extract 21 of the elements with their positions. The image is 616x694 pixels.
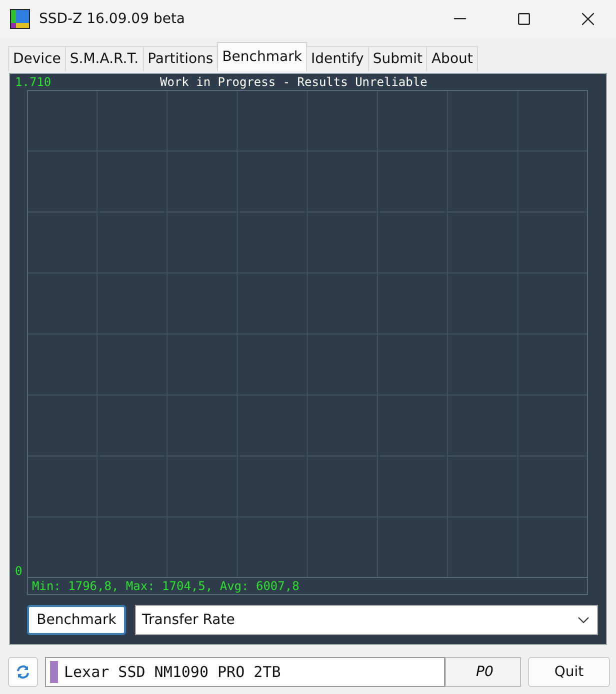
partition-dropdown[interactable]: P0 <box>445 657 521 687</box>
refresh-button[interactable] <box>8 657 38 687</box>
drive-field[interactable]: Lexar SSD NM1090 PRO 2TB <box>45 657 445 687</box>
chevron-down-icon <box>578 617 589 623</box>
window-title: SSD-Z 16.09.09 beta <box>39 11 186 27</box>
axis-label: 0 <box>15 564 22 578</box>
app-logo-icon <box>10 9 30 29</box>
tab[interactable]: Benchmark <box>217 42 307 71</box>
graph-title: Work in Progress - Results Unreliable <box>160 75 428 89</box>
maximize-icon[interactable] <box>518 13 530 25</box>
quit-button[interactable]: Quit <box>528 657 610 687</box>
close-icon[interactable] <box>582 13 594 25</box>
tab[interactable]: Identify <box>306 46 369 71</box>
minimize-icon[interactable] <box>454 18 466 20</box>
stats-text: Min: 1796,8, Max: 1704,5, Avg: 6007,8 <box>32 579 300 593</box>
mode-dropdown[interactable]: Transfer Rate <box>135 605 598 635</box>
refresh-icon <box>16 665 30 679</box>
axis-label: 1.710 <box>15 75 52 89</box>
benchmark-button[interactable]: Benchmark <box>27 605 126 635</box>
tab[interactable]: Device <box>8 46 66 71</box>
tab[interactable]: About <box>426 46 478 71</box>
